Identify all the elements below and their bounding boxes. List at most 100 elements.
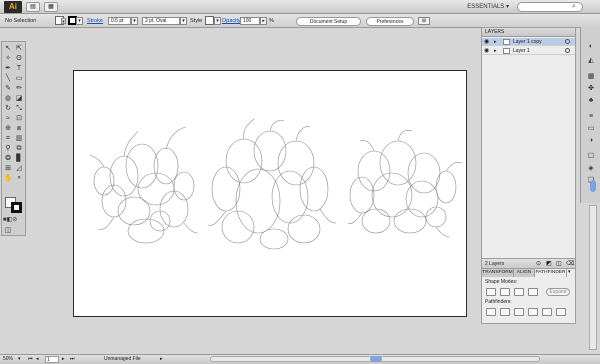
color-panel-icon[interactable]: ◐ (586, 43, 596, 51)
artboard[interactable] (73, 70, 467, 317)
target-icon[interactable] (565, 39, 570, 44)
workspace-switcher[interactable]: ESSENTIALS ▾ (455, 2, 509, 12)
tab-pathfinder[interactable]: PATHFINDER (535, 269, 567, 277)
panel-menu-icon[interactable]: ▾ (568, 269, 571, 275)
symbol-sprayer-tool-icon[interactable]: ❂ (3, 154, 13, 163)
swatches-panel-icon[interactable]: ▦ (586, 73, 596, 81)
zoom-tool-icon[interactable]: ⚬ (14, 174, 24, 183)
perspective-grid-tool-icon[interactable]: ⧈ (14, 124, 24, 133)
previous-artboard-icon[interactable]: ◂ (36, 355, 39, 364)
bridge-icon[interactable]: ▤ (26, 2, 40, 12)
type-tool-icon[interactable]: T (14, 64, 24, 73)
status-text[interactable]: Unmanaged File (104, 355, 141, 364)
expand-button[interactable]: Expand (546, 288, 570, 296)
transparency-panel-icon[interactable]: ◑ (586, 137, 596, 145)
eye-icon[interactable]: ◉ (484, 39, 490, 45)
preferences-button[interactable]: Preferences (366, 17, 414, 26)
opacity-field[interactable]: 100 (240, 17, 260, 25)
pen-tool-icon[interactable]: ✒ (3, 64, 13, 73)
shape-builder-tool-icon[interactable]: ⊕ (3, 124, 13, 133)
stroke-label[interactable]: Stroke (87, 14, 103, 28)
minus-front-button[interactable] (500, 288, 510, 296)
zoom-level[interactable]: 50% (3, 355, 13, 364)
unite-button[interactable] (486, 288, 496, 296)
graphic-style-swatch[interactable] (205, 16, 214, 25)
blend-tool-icon[interactable]: ⧉ (14, 144, 24, 153)
column-graph-tool-icon[interactable]: ▊ (14, 154, 24, 163)
expand-arrow-icon[interactable]: ▸ (494, 47, 497, 55)
merge-button[interactable] (514, 308, 524, 316)
layer-name[interactable]: Layer 1 (513, 47, 530, 55)
eyedropper-tool-icon[interactable]: ⚲ (3, 144, 13, 153)
direct-selection-tool-icon[interactable]: ⇱ (14, 44, 24, 53)
layer-row[interactable]: ◉ ▸ Layer 1 copy (482, 38, 575, 46)
blob-brush-tool-icon[interactable]: ◍ (3, 94, 13, 103)
first-artboard-icon[interactable]: ⏮ (28, 355, 33, 364)
stroke-dropdown[interactable]: ▾ (76, 17, 83, 25)
document-setup-button[interactable]: Document Setup (296, 17, 361, 26)
exclude-button[interactable] (528, 288, 538, 296)
arrange-documents-icon[interactable]: ▦ (44, 2, 58, 12)
brushes-panel-icon[interactable]: ✤ (586, 85, 596, 93)
free-transform-tool-icon[interactable]: ⊡ (14, 114, 24, 123)
horizontal-scroll-thumb[interactable] (370, 356, 382, 362)
appearance-panel-icon[interactable]: ☐ (586, 153, 596, 161)
style-dropdown[interactable]: ▾ (214, 17, 221, 25)
scale-tool-icon[interactable]: ⤡ (14, 104, 24, 113)
vertical-scrollbar[interactable] (589, 205, 597, 350)
eraser-tool-icon[interactable]: ◪ (14, 94, 24, 103)
next-artboard-icon[interactable]: ▸ (62, 355, 65, 364)
rotate-tool-icon[interactable]: ↻ (3, 104, 13, 113)
color-guide-icon[interactable]: ◭ (586, 57, 596, 65)
paintbrush-tool-icon[interactable]: ✎ (3, 84, 13, 93)
lasso-tool-icon[interactable]: ʘ (14, 54, 24, 63)
arrange-icon[interactable]: ⊞ (418, 17, 430, 25)
vertical-scroll-thumb[interactable] (590, 180, 596, 192)
stroke-weight-field[interactable]: 0.5 pt (108, 17, 131, 25)
status-menu-icon[interactable]: ▸ (160, 355, 163, 364)
magic-wand-tool-icon[interactable]: ✧ (3, 54, 13, 63)
gradient-tool-icon[interactable]: ▥ (14, 134, 24, 143)
line-tool-icon[interactable]: ╲ (3, 74, 13, 83)
intersect-button[interactable] (514, 288, 524, 296)
target-icon[interactable] (565, 48, 570, 53)
slice-tool-icon[interactable]: ◿ (14, 164, 24, 173)
crop-button[interactable] (528, 308, 538, 316)
opacity-dropdown[interactable]: ▸ (260, 17, 267, 25)
symbols-panel-icon[interactable]: ♣ (586, 97, 596, 105)
rectangle-tool-icon[interactable]: ▭ (14, 74, 24, 83)
expand-arrow-icon[interactable]: ▸ (494, 38, 497, 46)
layers-panel-title[interactable]: LAYERS (482, 28, 575, 37)
stroke-weight-dropdown[interactable]: ▾ (131, 17, 138, 25)
pepper-cluster-left (89, 126, 199, 244)
fill-dropdown[interactable]: ▾ (61, 18, 66, 25)
layer-name[interactable]: Layer 1 copy (513, 38, 542, 46)
stroke-color-box[interactable] (11, 202, 22, 213)
tab-transform[interactable]: TRANSFORM (482, 269, 514, 277)
drawing-mode-icon[interactable]: ◫ (3, 226, 13, 235)
tab-align[interactable]: ALIGN (514, 269, 535, 277)
zoom-dropdown-icon[interactable]: ▾ (18, 355, 21, 364)
eye-icon[interactable]: ◉ (484, 48, 490, 54)
minus-back-button[interactable] (556, 308, 566, 316)
stroke-panel-icon[interactable]: ≡ (586, 113, 596, 121)
brush-definition-field[interactable]: 2 pt. Oval (142, 17, 180, 25)
opacity-label[interactable]: Opacity (222, 14, 241, 28)
mesh-tool-icon[interactable]: ⌗ (3, 134, 13, 143)
pencil-tool-icon[interactable]: ✏ (14, 84, 24, 93)
graphic-styles-panel-icon[interactable]: ◈ (586, 165, 596, 173)
hand-tool-icon[interactable]: ✋ (3, 174, 13, 183)
layer-row[interactable]: ◉ ▸ Layer 1 (482, 47, 575, 55)
color-mode-icon[interactable]: ■◧⊘ (3, 216, 17, 225)
trim-button[interactable] (500, 308, 510, 316)
warp-tool-icon[interactable]: ≈ (3, 114, 13, 123)
brush-dropdown[interactable]: ▾ (180, 17, 187, 25)
selection-tool-icon[interactable]: ↖ (3, 44, 13, 53)
gradient-panel-icon[interactable]: ▭ (586, 125, 596, 133)
divide-button[interactable] (486, 308, 496, 316)
last-artboard-icon[interactable]: ⏭ (70, 355, 75, 364)
outline-button[interactable] (542, 308, 552, 316)
artboard-number-field[interactable]: 1 (45, 356, 59, 363)
opacity-unit: % (269, 18, 274, 24)
artboard-tool-icon[interactable]: ⊞ (3, 164, 13, 173)
